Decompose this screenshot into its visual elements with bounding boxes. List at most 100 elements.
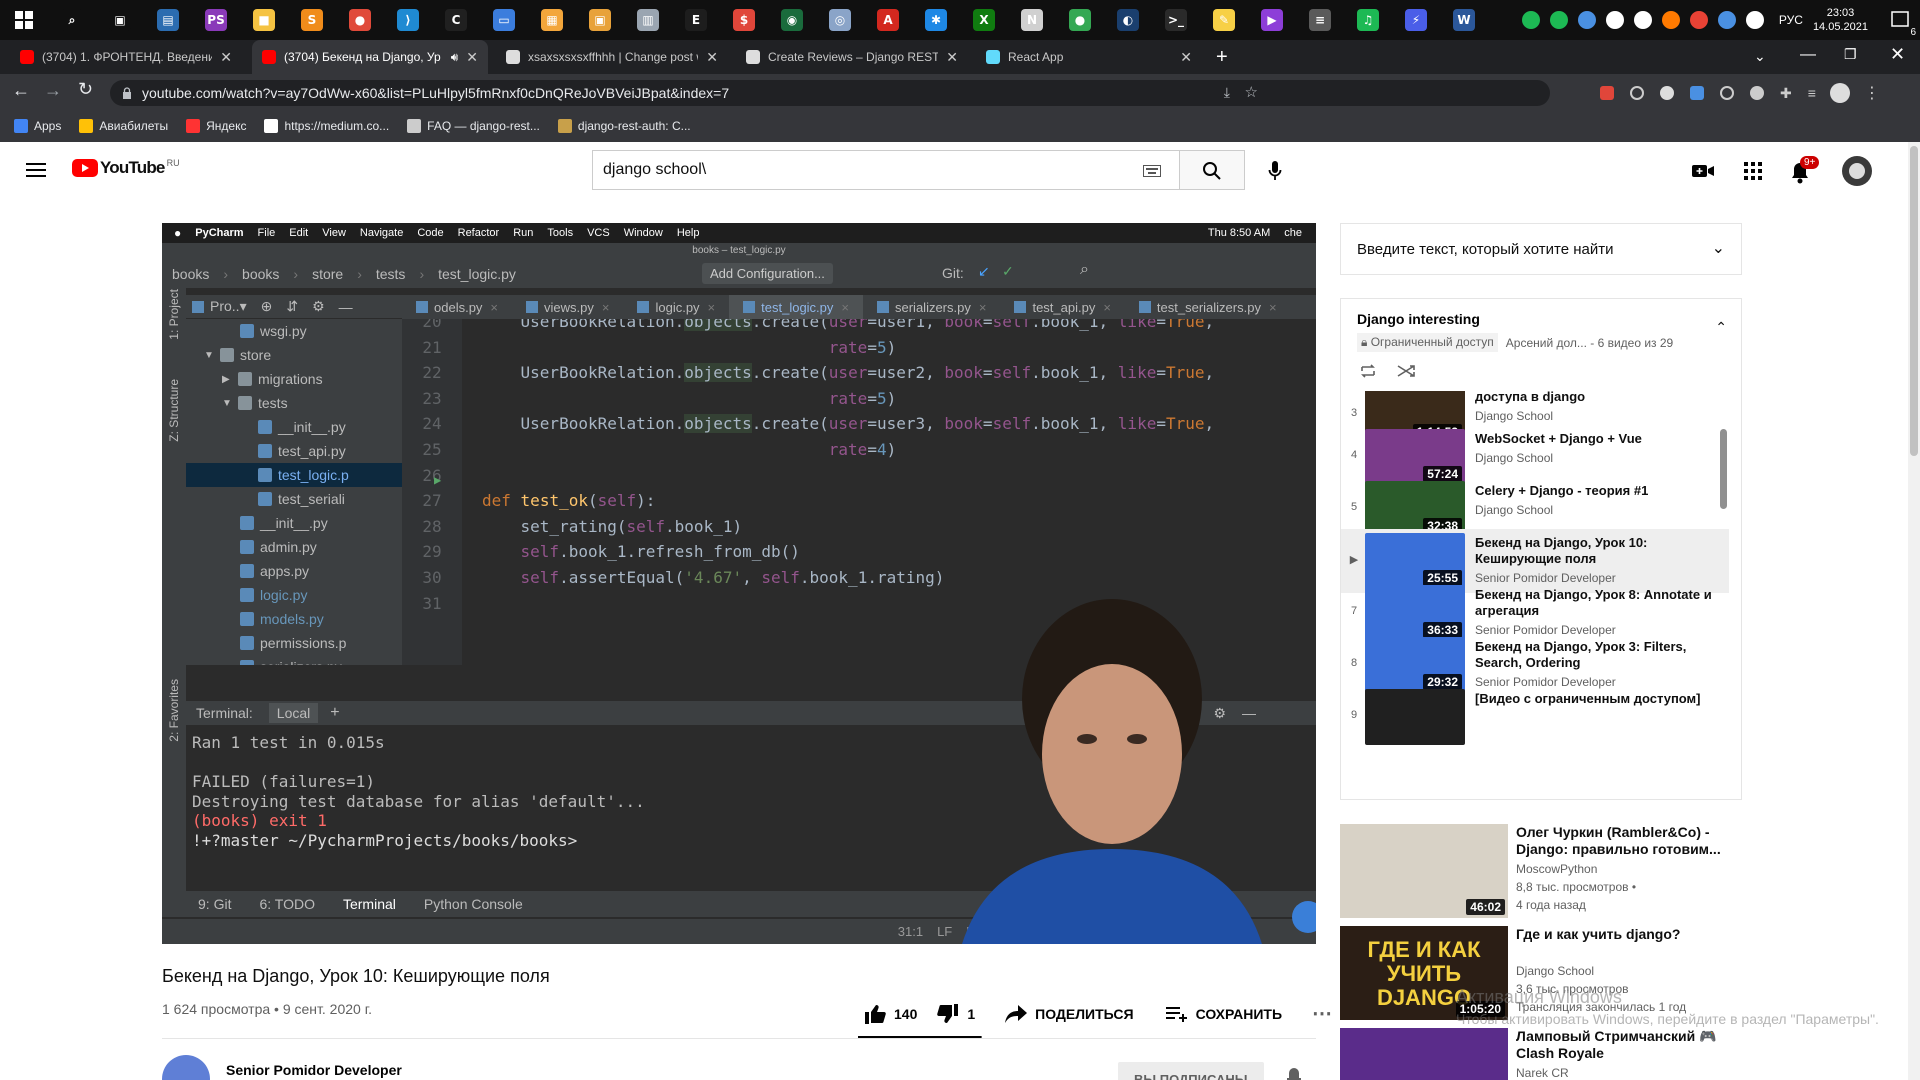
tree-item[interactable]: serializers.py xyxy=(186,655,402,665)
loop-icon[interactable] xyxy=(1359,363,1377,379)
app-icon-7[interactable]: ✱ xyxy=(912,0,960,40)
search-button[interactable] xyxy=(1180,150,1245,190)
bell-icon[interactable] xyxy=(1286,1068,1302,1080)
tree-item[interactable]: admin.py xyxy=(186,535,402,559)
add-configuration-button[interactable]: Add Configuration... xyxy=(702,263,833,284)
dislike-button[interactable]: 1 xyxy=(937,1003,975,1024)
recommended-video[interactable]: Ламповый Стримчанский 🎮 Clash Royale Nare… xyxy=(1340,1028,1760,1080)
youtube-logo[interactable]: YouTube RU xyxy=(72,158,180,178)
settings-gear-icon[interactable]: ⚙ xyxy=(312,298,325,315)
minimize-icon[interactable]: — xyxy=(1800,46,1816,64)
tree-expand-icon[interactable]: ▼ xyxy=(222,398,232,409)
app-icon-4[interactable]: ▥ xyxy=(624,0,672,40)
breadcrumb-item[interactable]: tests xyxy=(376,266,406,282)
extension-icon-4[interactable] xyxy=(1750,86,1764,100)
terminal-icon[interactable]: >_ xyxy=(1152,0,1200,40)
mac-menu-help[interactable]: Help xyxy=(677,227,700,239)
action-center-icon[interactable]: 6 xyxy=(1880,0,1920,40)
install-icon[interactable]: ⤓ xyxy=(1224,84,1230,101)
cortana-search-icon[interactable]: ⌕ xyxy=(48,0,96,40)
voice-search-icon[interactable] xyxy=(1268,160,1282,182)
tree-item[interactable]: ▶ migrations xyxy=(186,367,402,391)
task-view-icon[interactable]: ▣ xyxy=(96,0,144,40)
tray-icon-7[interactable] xyxy=(1689,11,1708,29)
shuffle-icon[interactable] xyxy=(1397,363,1415,379)
new-terminal-icon[interactable]: + xyxy=(330,704,339,722)
editor-tab-serializers-py[interactable]: serializers.py × xyxy=(863,295,1000,319)
create-video-icon[interactable] xyxy=(1692,164,1714,178)
app-icon-12[interactable]: ≡ xyxy=(1296,0,1344,40)
reload-icon[interactable]: ↻ xyxy=(78,79,93,100)
breadcrumb-item[interactable]: test_logic.py xyxy=(438,266,516,282)
mac-menu-view[interactable]: View xyxy=(322,227,346,239)
breadcrumb-item[interactable]: books xyxy=(242,266,279,282)
tab-search-icon[interactable]: ⌄ xyxy=(1754,48,1766,65)
app-icon-2[interactable]: ▦ xyxy=(528,0,576,40)
word-icon[interactable]: W xyxy=(1440,0,1488,40)
project-tool-tab[interactable]: 1: Project xyxy=(167,289,181,340)
bookmark-3[interactable]: Яндекс xyxy=(186,119,246,133)
acrobat-icon[interactable]: A xyxy=(864,0,912,40)
browser-menu-icon[interactable]: ⋮ xyxy=(1864,83,1880,103)
close-editor-tab-icon[interactable]: × xyxy=(1103,300,1111,315)
user-avatar[interactable] xyxy=(1842,156,1872,186)
tree-item[interactable]: ▼ tests xyxy=(186,391,402,415)
page-scrollbar[interactable] xyxy=(1908,142,1920,1080)
favorites-tool-tab[interactable]: 2: Favorites xyxy=(167,679,181,742)
mac-menu-pycharm[interactable]: PyCharm xyxy=(195,227,243,239)
tray-icon-5[interactable] xyxy=(1633,11,1652,29)
close-tab-icon[interactable]: ✕ xyxy=(466,49,478,66)
toolwindow-terminal[interactable]: Terminal xyxy=(343,896,396,912)
app-icon-8[interactable]: N xyxy=(1008,0,1056,40)
address-bar[interactable]: youtube.com/watch?v=ay7OdWw-x60&list=PLu… xyxy=(110,80,1550,106)
tray-icon-3[interactable] xyxy=(1577,11,1596,29)
editor-tab-test-serializers-py[interactable]: test_serializers.py × xyxy=(1125,295,1291,319)
editor-tab-logic-py[interactable]: logic.py × xyxy=(623,295,729,319)
app-icon-5[interactable]: ◉ xyxy=(768,0,816,40)
spotify-icon[interactable]: ♫ xyxy=(1344,0,1392,40)
tray-icon-6[interactable] xyxy=(1661,11,1680,29)
bookmark-4[interactable]: https://medium.co... xyxy=(264,119,389,133)
file-explorer-icon[interactable]: ■ xyxy=(240,0,288,40)
close-tab-icon[interactable]: ✕ xyxy=(946,49,958,66)
like-button[interactable]: 140 xyxy=(864,1004,917,1024)
playlist-scrollbar[interactable] xyxy=(1720,429,1727,509)
youtube-search-input[interactable]: django school\ xyxy=(592,150,1180,190)
toolwindow-6-todo[interactable]: 6: TODO xyxy=(259,896,315,912)
page-scrollbar-thumb[interactable] xyxy=(1910,146,1918,456)
xbox-icon[interactable]: X xyxy=(960,0,1008,40)
playlist-search-input[interactable]: Введите текст, который хотите найти ⌄ xyxy=(1340,223,1742,275)
close-tab-icon[interactable]: ✕ xyxy=(220,49,232,66)
git-update-icon[interactable]: ↙ xyxy=(978,263,990,280)
browser-tab-1[interactable]: (3704) 1. ФРОНТЕНД. Введение ✕ xyxy=(10,40,242,74)
hide-panel-icon[interactable]: — xyxy=(339,299,353,315)
toolwindow-9-git[interactable]: 9: Git xyxy=(198,896,231,912)
tree-item[interactable]: test_api.py xyxy=(186,439,402,463)
browser-tab-5[interactable]: React App ✕ xyxy=(976,40,1202,74)
subscribed-button[interactable]: ВЫ ПОДПИСАНЫ xyxy=(1118,1062,1264,1080)
bookmark-6[interactable]: django-rest-auth: C... xyxy=(557,119,691,133)
tree-expand-icon[interactable]: ▶ xyxy=(222,374,232,385)
notifications-bell-icon[interactable]: 9+ xyxy=(1790,156,1820,184)
mac-menu-edit[interactable]: Edit xyxy=(289,227,308,239)
video-player[interactable]: ● PyCharm File Edit View Navigate Code Refacto… xyxy=(162,223,1316,944)
recommended-video[interactable]: 46:02 Олег Чуркин (Rambler&Co) - Django: … xyxy=(1340,824,1760,918)
tree-item[interactable]: models.py xyxy=(186,607,402,631)
project-dropdown[interactable]: Pro..▾ xyxy=(210,298,247,315)
tree-item[interactable]: apps.py xyxy=(186,559,402,583)
tree-item[interactable]: test_logic.p xyxy=(186,463,402,487)
chrome-2-icon[interactable]: ● xyxy=(1056,0,1104,40)
tray-icon-8[interactable] xyxy=(1717,11,1736,29)
extension-icon-2[interactable] xyxy=(1630,86,1644,100)
collapse-icon[interactable]: ⇵ xyxy=(286,298,298,315)
tray-icon-1[interactable] xyxy=(1521,11,1540,29)
bookmark-5[interactable]: FAQ — django-rest... xyxy=(407,119,540,133)
run-test-gutter-icon[interactable]: ▶ xyxy=(434,473,441,487)
apps-grid-icon[interactable] xyxy=(1744,162,1762,180)
chrome-icon[interactable]: ● xyxy=(336,0,384,40)
breadcrumb-item[interactable]: store xyxy=(312,266,343,282)
close-editor-tab-icon[interactable]: × xyxy=(602,300,610,315)
close-editor-tab-icon[interactable]: × xyxy=(841,300,849,315)
bookmark-1[interactable]: Apps xyxy=(14,119,61,133)
extensions-puzzle-icon[interactable]: ✚ xyxy=(1780,85,1792,102)
